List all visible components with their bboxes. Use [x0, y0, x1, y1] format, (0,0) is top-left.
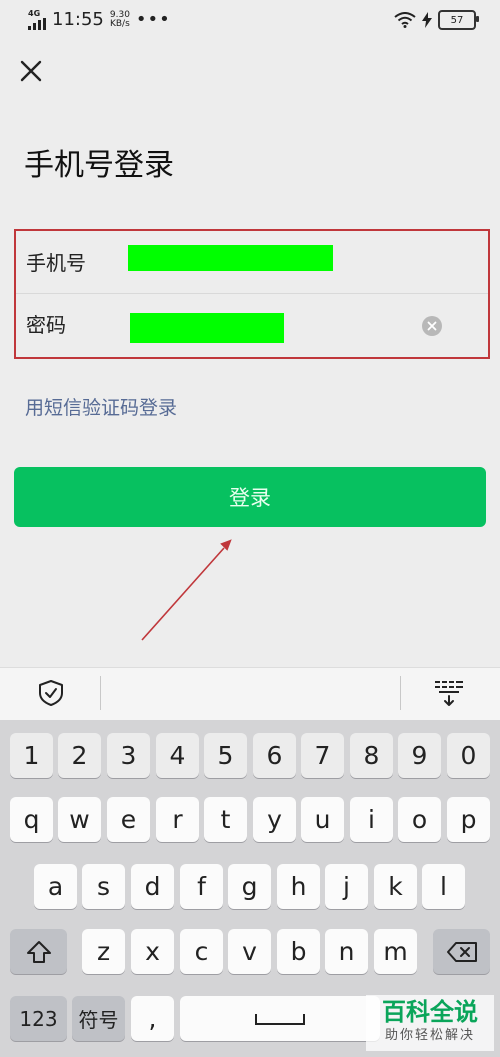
key-letter[interactable]: g: [228, 864, 271, 909]
key-number[interactable]: 7: [301, 733, 344, 778]
key-letter[interactable]: c: [180, 929, 223, 974]
key-letter[interactable]: a: [34, 864, 77, 909]
mode-123-key[interactable]: 123: [10, 996, 67, 1041]
toolbar-divider: [100, 676, 101, 710]
hide-keyboard-icon[interactable]: [434, 678, 464, 708]
key-letter[interactable]: p: [447, 797, 490, 842]
key-letter[interactable]: w: [58, 797, 101, 842]
toolbar-divider: [400, 676, 401, 710]
key-letter[interactable]: m: [374, 929, 417, 974]
key-number[interactable]: 4: [156, 733, 199, 778]
key-letter[interactable]: s: [82, 864, 125, 909]
key-letter[interactable]: j: [325, 864, 368, 909]
key-letter[interactable]: k: [374, 864, 417, 909]
shift-icon: [26, 940, 51, 963]
key-number[interactable]: 5: [204, 733, 247, 778]
symbols-key[interactable]: 符号: [72, 996, 125, 1041]
watermark-subtitle: 助你轻松解决: [384, 1028, 475, 1043]
comma-key[interactable]: ,: [131, 996, 174, 1041]
key-letter[interactable]: l: [422, 864, 465, 909]
key-number[interactable]: 2: [58, 733, 101, 778]
key-number[interactable]: 3: [107, 733, 150, 778]
key-letter[interactable]: x: [131, 929, 174, 974]
key-number[interactable]: 1: [10, 733, 53, 778]
key-number[interactable]: 8: [350, 733, 393, 778]
backspace-icon: [446, 941, 477, 962]
key-letter[interactable]: n: [325, 929, 368, 974]
key-letter[interactable]: f: [180, 864, 223, 909]
key-number[interactable]: 9: [398, 733, 441, 778]
key-letter[interactable]: y: [253, 797, 296, 842]
key-number[interactable]: 0: [447, 733, 490, 778]
key-letter[interactable]: b: [277, 929, 320, 974]
key-letter[interactable]: i: [350, 797, 393, 842]
space-icon: [255, 1013, 305, 1025]
shield-check-icon[interactable]: [36, 678, 66, 708]
key-number[interactable]: 6: [253, 733, 296, 778]
key-letter[interactable]: v: [228, 929, 271, 974]
key-letter[interactable]: z: [82, 929, 125, 974]
backspace-key[interactable]: [433, 929, 490, 974]
shift-key[interactable]: [10, 929, 67, 974]
keyboard-toolbar: [0, 667, 500, 720]
space-key[interactable]: [180, 996, 380, 1041]
key-letter[interactable]: t: [204, 797, 247, 842]
key-letter[interactable]: r: [156, 797, 199, 842]
key-letter[interactable]: h: [277, 864, 320, 909]
watermark-title: 百科全说: [382, 998, 478, 1026]
key-letter[interactable]: q: [10, 797, 53, 842]
annotation-arrow-icon: [141, 539, 232, 641]
watermark-logo: 百科全说 助你轻松解决: [366, 995, 494, 1051]
key-letter[interactable]: d: [131, 864, 174, 909]
key-letter[interactable]: u: [301, 797, 344, 842]
key-letter[interactable]: o: [398, 797, 441, 842]
key-letter[interactable]: e: [107, 797, 150, 842]
